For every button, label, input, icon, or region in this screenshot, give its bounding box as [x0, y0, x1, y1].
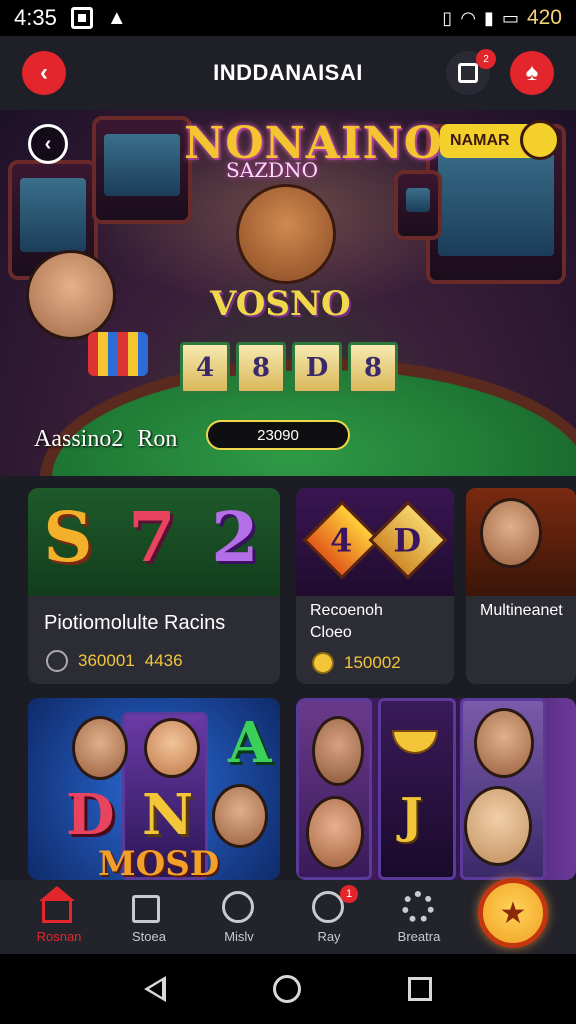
- game-card-meta: 360001 4436: [46, 650, 183, 672]
- messages-button[interactable]: 2: [446, 49, 496, 95]
- slot-machine-left-2: [92, 116, 192, 224]
- reel-bottom-text: MOSD: [98, 844, 220, 880]
- back-button[interactable]: ‹: [22, 51, 66, 95]
- messages-badge: 2: [476, 49, 496, 69]
- nav-label: Rosnan: [36, 928, 82, 944]
- game-card-title-line: Recoenoh: [310, 602, 383, 619]
- board-card: D: [292, 342, 342, 394]
- game-card-meta-value-2: 4436: [144, 651, 183, 670]
- battery-icon: ▭: [501, 7, 519, 28]
- app-header: ‹ INDDANAISAI 2 ♠: [0, 36, 576, 110]
- spade-icon: ♠: [525, 59, 539, 86]
- fox-character: [312, 716, 364, 786]
- nav-label: Mislv: [224, 928, 254, 944]
- slot-machine-right-2: [394, 170, 442, 240]
- nav-badge: 1: [340, 884, 358, 903]
- chevron-left-icon: ‹: [40, 59, 48, 86]
- board-card: 8: [236, 342, 286, 394]
- game-card-title: Piotiomolulte Racins: [44, 612, 226, 634]
- hero-subtitle: SAZDNO: [226, 158, 318, 182]
- status-bar: 4:35 ▲ ▯ ◠ ▮ ▭ 420: [0, 0, 576, 36]
- compass-icon: [222, 890, 256, 925]
- nav-label: Breatra: [397, 928, 441, 944]
- game-card-meta: 150002: [312, 652, 401, 674]
- notification-icon: [70, 7, 93, 29]
- nav-item-settings[interactable]: Breatra: [374, 890, 464, 944]
- player-portrait: [72, 716, 128, 780]
- game-card-title: Multineanet: [480, 602, 563, 619]
- coin-icon: [312, 652, 334, 674]
- bonus-button[interactable]: ★: [478, 878, 548, 948]
- nav-item-home[interactable]: Rosnan: [14, 885, 104, 944]
- reel-letter: A: [228, 710, 272, 776]
- hero-banner[interactable]: NONAINO SAZDNO VOSNO 4 8 D 8 ‹ NAMAR Aas…: [0, 110, 576, 476]
- game-card[interactable]: S 7 2 Piotiomolulte Racins 360001 4436: [28, 488, 280, 684]
- board-title: VOSNO: [210, 284, 351, 324]
- dealer-character: [236, 184, 336, 284]
- game-card-art: [466, 488, 576, 596]
- game-card[interactable]: J: [296, 698, 576, 880]
- game-card-title: Recoenoh Cloeo: [310, 600, 383, 644]
- game-card-letters: S 7 2: [43, 498, 265, 578]
- slot-banner-text: NAMAR: [450, 132, 510, 149]
- vibrate-icon: ▯: [442, 7, 453, 28]
- hero-caption-left: Aassino2: [34, 426, 124, 452]
- wifi-icon: ◠: [460, 7, 477, 28]
- nav-label: Ray: [317, 928, 341, 944]
- gear-icon: [402, 890, 436, 925]
- game-card[interactable]: A D N MOSD: [28, 698, 280, 880]
- nav-item-explore[interactable]: Mislv: [194, 890, 284, 944]
- nav-item-store[interactable]: Stoea: [104, 891, 194, 944]
- hero-caption-right: Ron: [137, 426, 178, 452]
- status-time: 4:35: [14, 5, 57, 30]
- star-icon: ★: [499, 896, 527, 930]
- system-back-icon[interactable]: [143, 976, 166, 1002]
- chip-stack: [88, 332, 148, 376]
- game-card-title-line: Cloeo: [310, 624, 352, 641]
- reel-letter: J: [400, 788, 423, 844]
- blonde-portrait: [464, 786, 532, 866]
- host-portrait: [480, 498, 542, 568]
- system-navigation-bar: [0, 954, 576, 1024]
- clock-icon: [46, 650, 68, 672]
- home-icon: [39, 885, 76, 925]
- player-portrait: [212, 784, 268, 848]
- screen: 4:35 ▲ ▯ ◠ ▮ ▭ 420 ‹ INDDANAISAI 2 ♠ NON…: [0, 0, 576, 1024]
- battery-text: 420: [526, 6, 562, 29]
- hero-caption: Aassino2 Ron: [34, 426, 177, 453]
- slot-banner: NAMAR: [440, 120, 560, 160]
- board-card: 4: [180, 342, 230, 394]
- system-home-icon[interactable]: [272, 975, 301, 1003]
- nav-item-play[interactable]: 1 Ray: [284, 884, 374, 944]
- chevron-left-icon: ‹: [44, 132, 52, 155]
- board-cards: 4 8 D 8: [180, 342, 398, 394]
- hero-amount-pill[interactable]: 23090: [206, 420, 350, 450]
- game-card[interactable]: Multineanet: [466, 488, 576, 684]
- edit-icon: [458, 63, 478, 83]
- system-recents-icon[interactable]: [408, 977, 433, 1001]
- game-card-art: 4 D: [296, 488, 454, 596]
- reel-letter: N: [142, 782, 194, 848]
- search-icon: [520, 120, 560, 160]
- nav-label: Stoea: [132, 928, 166, 944]
- game-card-letter: D: [368, 500, 448, 580]
- app-alert-icon: ▲: [106, 6, 127, 29]
- game-card-meta-value: 360001: [78, 651, 135, 670]
- reel-letter: D: [66, 782, 115, 848]
- woman-portrait: [306, 796, 364, 870]
- player-portrait: [144, 718, 200, 778]
- player-character: [26, 250, 116, 340]
- game-card-meta-value: 150002: [344, 653, 401, 672]
- profile-button[interactable]: ♠: [510, 51, 554, 95]
- signal-icon: ▮: [484, 7, 494, 28]
- man-portrait: [474, 708, 534, 778]
- board-card: 8: [348, 342, 398, 394]
- store-icon: [132, 891, 166, 925]
- game-card-art: S 7 2: [28, 488, 280, 596]
- game-card[interactable]: 4 D Recoenoh Cloeo 150002: [296, 488, 454, 684]
- hero-back-button[interactable]: ‹: [28, 124, 68, 164]
